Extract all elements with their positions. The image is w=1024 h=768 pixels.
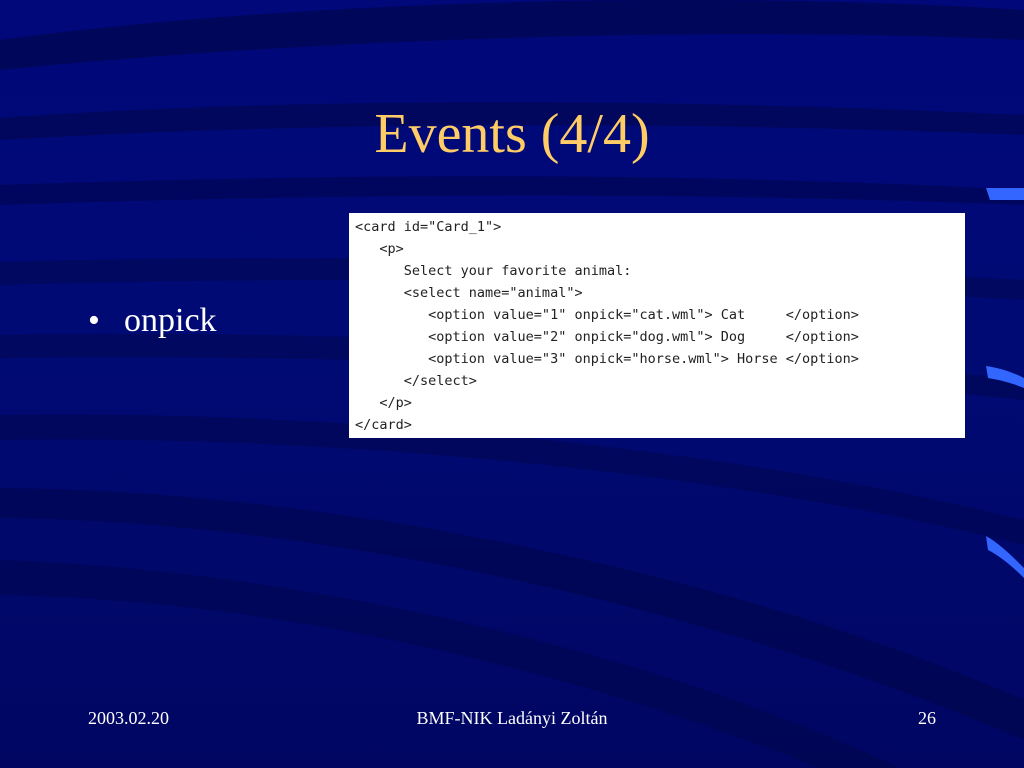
- slide: Events (4/4) • onpick <card id="Card_1"> …: [0, 0, 1024, 768]
- code-sample: <card id="Card_1"> <p> Select your favor…: [349, 213, 965, 438]
- code-line: </select>: [355, 373, 477, 389]
- code-line: <option value="2" onpick="dog.wml"> Dog …: [355, 329, 859, 345]
- bullet-symbol: •: [88, 302, 100, 339]
- slide-title: Events (4/4): [374, 103, 650, 165]
- bullet-text: onpick: [124, 302, 217, 339]
- code-line: </card>: [355, 417, 412, 433]
- code-line: </p>: [355, 395, 412, 411]
- code-line: <option value="3" onpick="horse.wml"> Ho…: [355, 351, 859, 367]
- code-line: <select name="animal">: [355, 285, 583, 301]
- code-line: <option value="1" onpick="cat.wml"> Cat …: [355, 307, 859, 323]
- bullet-item: • onpick: [88, 300, 217, 342]
- code-line: <card id="Card_1">: [355, 219, 502, 235]
- footer-page-number: 26: [918, 708, 936, 728]
- code-line: <p>: [355, 241, 404, 257]
- stripe-decoration: [986, 188, 1024, 200]
- footer-author: BMF-NIK Ladányi Zoltán: [416, 708, 608, 728]
- code-line: Select your favorite animal:: [355, 263, 632, 279]
